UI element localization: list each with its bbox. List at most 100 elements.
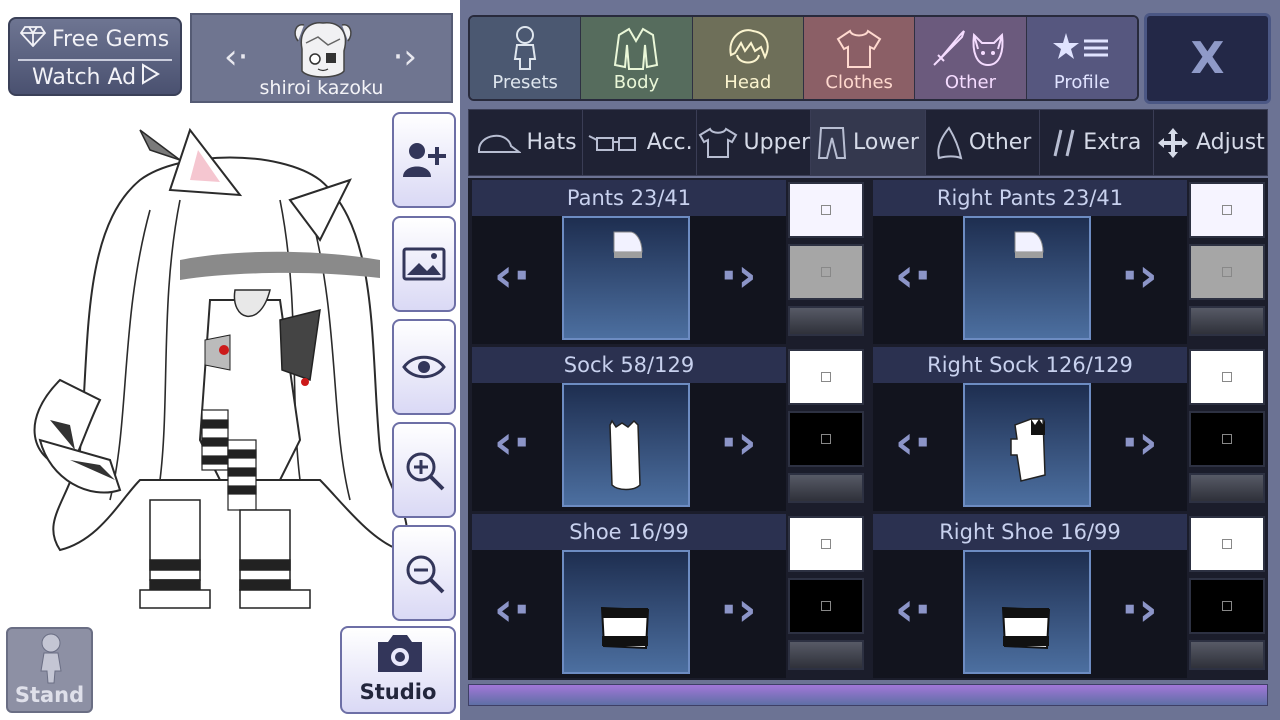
close-button[interactable]: X (1144, 13, 1271, 104)
add-character-button[interactable] (392, 112, 456, 208)
tab-presets-label: Presets (492, 72, 558, 93)
tab-head[interactable]: Head (692, 17, 804, 99)
prev-item-arrow[interactable]: ‹· (494, 248, 530, 302)
next-item-arrow[interactable]: ·› (1121, 582, 1157, 636)
color-swatch-2[interactable] (1189, 411, 1265, 467)
color-swatch-3[interactable] (788, 306, 864, 336)
shirt-icon (836, 29, 882, 68)
free-gems-watch-ad-button[interactable]: Free Gems Watch Ad (8, 17, 182, 96)
subtab-hats[interactable]: Hats (469, 110, 584, 175)
stand-label: Stand (14, 683, 85, 707)
zoom-out-button[interactable] (392, 525, 456, 621)
color-swatch-2[interactable] (788, 578, 864, 634)
item-card-title: Sock 58/129 (472, 347, 786, 383)
color-swatch-3[interactable] (1189, 306, 1265, 336)
shoe-item-icon (600, 606, 650, 650)
next-item-arrow[interactable]: ·› (720, 582, 756, 636)
zoom-out-icon (406, 555, 445, 594)
item-preview[interactable] (562, 550, 690, 674)
item-preview[interactable] (562, 216, 690, 340)
tab-profile-label: Profile (1053, 72, 1110, 93)
item-preview[interactable] (963, 383, 1091, 507)
zoom-in-icon (406, 452, 445, 491)
prev-item-arrow[interactable]: ‹· (895, 582, 931, 636)
prev-item-arrow[interactable]: ‹· (895, 415, 931, 469)
next-item-arrow[interactable]: ·› (720, 248, 756, 302)
color-swatch-1[interactable] (1189, 182, 1265, 238)
subtab-extra[interactable]: Extra (1040, 110, 1154, 175)
item-preview[interactable] (562, 383, 690, 507)
prev-item-arrow[interactable]: ‹· (895, 248, 931, 302)
color-swatch-2[interactable] (788, 411, 864, 467)
subtab-extra-label: Extra (1083, 130, 1142, 155)
character-selector: ‹· ·› shiroi kazoku (190, 13, 453, 103)
zoom-in-button[interactable] (392, 422, 456, 518)
prev-item-arrow[interactable]: ‹· (494, 582, 530, 636)
watch-ad-label: Watch Ad (32, 64, 137, 90)
character-name: shiroi kazoku (259, 77, 384, 99)
studio-button[interactable]: Studio (340, 626, 456, 714)
item-card-right-sock: Right Sock 126/129 ‹· ·› (873, 347, 1266, 511)
subtab-other[interactable]: Other (926, 110, 1040, 175)
eye-icon (402, 355, 446, 379)
next-item-arrow[interactable]: ·› (1121, 415, 1157, 469)
item-grid: Pants 23/41 ‹· ·› Right Pants 23/41 ‹· ·… (468, 178, 1268, 680)
color-swatch-2[interactable] (1189, 578, 1265, 634)
color-swatch-1[interactable] (788, 349, 864, 405)
subtab-adjust[interactable]: Adjust (1154, 110, 1267, 175)
color-swatch-3[interactable] (788, 640, 864, 670)
item-preview[interactable] (963, 550, 1091, 674)
cap-icon (477, 134, 521, 153)
color-swatch-1[interactable] (1189, 349, 1265, 405)
visibility-button[interactable] (392, 319, 456, 415)
tab-body-label: Body (613, 72, 660, 93)
jacket-icon (614, 27, 659, 70)
color-swatch-1[interactable] (788, 516, 864, 572)
stand-button[interactable]: Stand (6, 627, 93, 713)
color-swatch-2[interactable] (788, 244, 864, 300)
background-button[interactable] (392, 216, 456, 312)
tab-presets[interactable]: Presets (470, 17, 582, 99)
sock-item-icon (609, 419, 641, 491)
next-item-arrow[interactable]: ·› (720, 415, 756, 469)
play-icon (140, 63, 161, 91)
sword-cat-icon (933, 30, 1004, 67)
tab-head-label: Head (724, 72, 772, 93)
item-card-title: Shoe 16/99 (472, 514, 786, 550)
subtab-upper[interactable]: Upper (697, 110, 812, 175)
color-swatch-3[interactable] (1189, 473, 1265, 503)
star-list-icon (1052, 33, 1108, 59)
color-swatch-1[interactable] (788, 182, 864, 238)
pants-item-icon (1014, 231, 1044, 258)
customization-panel: Presets Body Head Clothes Other Profile … (460, 0, 1280, 720)
next-character-arrow[interactable]: ·› (393, 37, 417, 77)
subtab-adjust-label: Adjust (1196, 130, 1265, 155)
prev-item-arrow[interactable]: ‹· (494, 415, 530, 469)
next-item-arrow[interactable]: ·› (1121, 248, 1157, 302)
item-card-pants: Pants 23/41 ‹· ·› (472, 180, 865, 344)
subtab-accessories[interactable]: Acc. (583, 110, 698, 175)
tab-other[interactable]: Other (915, 17, 1027, 99)
tab-clothes[interactable]: Clothes (803, 17, 916, 99)
subtab-upper-label: Upper (743, 130, 811, 155)
sub-tab-bar: Hats Acc. Upper Lower Other Extra Adjust (468, 109, 1268, 176)
color-swatch-3[interactable] (788, 473, 864, 503)
previous-character-arrow[interactable]: ‹· (224, 37, 248, 77)
item-preview[interactable] (963, 216, 1091, 340)
color-swatch-1[interactable] (1189, 516, 1265, 572)
subtab-lower[interactable]: Lower (811, 110, 926, 175)
pants-item-icon (613, 231, 643, 258)
color-swatch-3[interactable] (1189, 640, 1265, 670)
character-stage: Free Gems Watch Ad ‹· ·› shiroi kazoku S… (0, 0, 460, 720)
glasses-icon (588, 134, 636, 151)
camera-icon (378, 635, 422, 672)
color-swatch-2[interactable] (1189, 244, 1265, 300)
shard-icon (937, 125, 963, 159)
tab-body[interactable]: Body (581, 17, 693, 99)
tshirt-icon (698, 127, 737, 158)
close-icon: X (1190, 33, 1225, 84)
tab-profile[interactable]: Profile (1026, 17, 1137, 99)
character-preview (33, 127, 408, 609)
character-face-icon (288, 19, 358, 83)
item-card-right-pants: Right Pants 23/41 ‹· ·› (873, 180, 1266, 344)
